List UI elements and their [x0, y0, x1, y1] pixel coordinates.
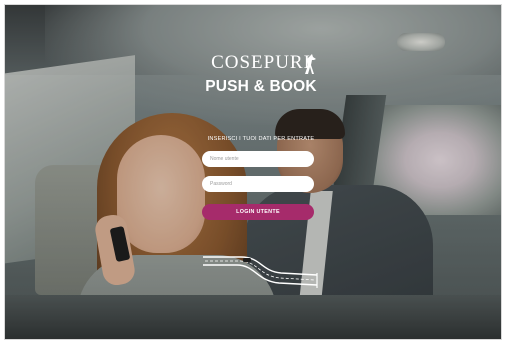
road-with-car-icon: [203, 256, 318, 288]
username-input[interactable]: [202, 151, 314, 167]
login-instructions: INSERISCI I TUOI DATI PER ENTRATE: [207, 136, 315, 142]
brand-logo: COSEPURI PUSH & BOOK: [201, 53, 321, 96]
brand-tagline: PUSH & BOOK: [205, 78, 317, 95]
login-screen: COSEPURI PUSH & BOOK INSERISCI I TUOI DA…: [4, 4, 502, 340]
brand-name: COSEPURI: [211, 52, 311, 73]
greyhound-dog-icon: [305, 54, 316, 74]
login-button[interactable]: LOGIN UTENTE: [202, 204, 314, 220]
password-input[interactable]: [202, 176, 314, 192]
